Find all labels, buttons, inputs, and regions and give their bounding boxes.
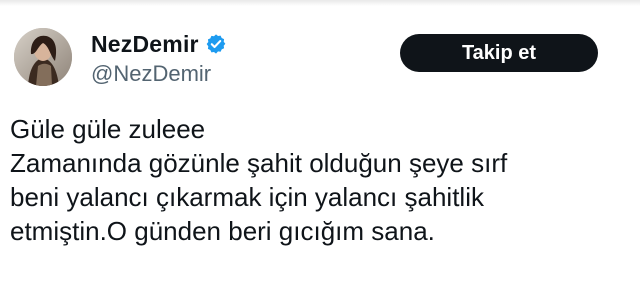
verified-badge-icon xyxy=(206,34,226,54)
user-handle[interactable]: @NezDemir xyxy=(91,61,227,87)
profile-avatar[interactable] xyxy=(14,28,72,86)
tweet-author: NezDemir @NezDemir xyxy=(91,30,227,87)
tweet-text: Güle güle zuleee Zamanında gözünle şahit… xyxy=(10,112,625,248)
follow-button[interactable]: Takip et xyxy=(400,34,598,72)
avatar-image xyxy=(14,28,72,86)
tweet-text-line: Zamanında gözünle şahit olduğun şeye sır… xyxy=(10,148,508,178)
tweet-text-line: etmiştin.O günden beri gıcığım sana. xyxy=(10,216,435,246)
tweet-text-line: Güle güle zuleee xyxy=(10,114,206,144)
display-name[interactable]: NezDemir xyxy=(91,31,199,58)
tweet-card: NezDemir @NezDemir Takip et Güle güle zu… xyxy=(0,0,640,288)
display-name-row: NezDemir xyxy=(91,30,227,58)
tweet-text-line: beni yalancı çıkarmak için yalancı şahit… xyxy=(10,182,484,212)
